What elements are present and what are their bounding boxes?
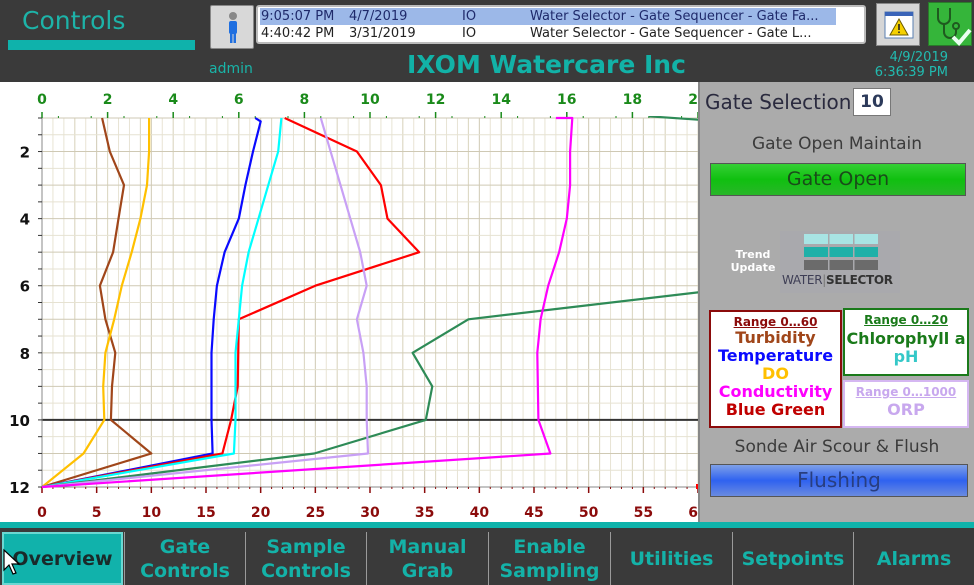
alarm-date: 3/31/2019	[349, 26, 416, 41]
current-datetime: 4/9/2019 6:36:39 PM	[858, 50, 948, 80]
trend-update-button[interactable]: WATER|SELECTOR	[780, 231, 900, 293]
bottom-tick-label: 35	[415, 505, 434, 521]
bottom-tick-label: 20	[251, 505, 271, 521]
legend-temperature: Temperature	[717, 346, 834, 365]
top-tick-label: 12	[426, 92, 445, 108]
gate-selection-label: Gate Selection	[705, 90, 852, 114]
legend-orp: ORP	[887, 400, 925, 419]
legend-blue-green: Blue Green	[725, 400, 826, 419]
top-tick-label: 6	[234, 92, 244, 108]
nav-sample-controls[interactable]: Sample Controls	[245, 532, 366, 585]
bottom-tick-label: 55	[634, 505, 653, 521]
top-tick-label: 18	[623, 92, 642, 108]
top-tick-label: 8	[300, 92, 310, 108]
alarm-message: Water Selector - Gate Sequencer - Gate F…	[530, 9, 819, 24]
bottom-tick-label: 45	[524, 505, 543, 521]
legend-range-0-20: Range 0…20 Chlorophyll a pH	[843, 308, 969, 376]
y-tick-label: 10	[9, 412, 30, 430]
current-time: 6:36:39 PM	[874, 65, 948, 80]
alarm-time: 9:05:07 PM	[261, 9, 335, 24]
legend-range-label: Range 0…1000	[855, 385, 957, 399]
company-name: IXOM Watercare Inc	[407, 50, 686, 79]
alarm-row[interactable]: 9:05:07 PM 4/7/2019 IO Water Selector - …	[260, 8, 836, 25]
nav-setpoints[interactable]: Setpoints	[732, 532, 853, 585]
title-underline	[8, 40, 195, 50]
nav-alarms[interactable]: Alarms	[853, 532, 974, 585]
user-button[interactable]	[210, 5, 254, 49]
y-tick-label: 4	[20, 211, 30, 229]
legend-range-label: Range 0…60	[733, 315, 818, 329]
alarm-list[interactable]: 9:05:07 PM 4/7/2019 IO Water Selector - …	[256, 5, 866, 44]
legend-chlorophyll: Chlorophyll a	[846, 329, 966, 348]
bottom-tick-label: 10	[142, 505, 162, 521]
alarm-row[interactable]: 4:40:42 PM 3/31/2019 IO Water Selector -…	[260, 25, 836, 42]
flushing-button[interactable]: Flushing	[710, 464, 968, 497]
legend-conductivity: Conductivity	[718, 382, 833, 401]
top-tick-label: 14	[491, 92, 511, 108]
nav-utilities[interactable]: Utilities	[610, 532, 732, 585]
bottom-tick-label: 40	[470, 505, 490, 521]
system-health-button[interactable]	[928, 2, 972, 46]
current-date: 4/9/2019	[889, 50, 948, 65]
top-tick-label: 4	[168, 92, 178, 108]
sonde-air-scour-label: Sonde Air Scour & Flush	[734, 437, 940, 457]
legend-range-0-60: Range 0…60 Turbidity Temperature DO Cond…	[709, 310, 842, 428]
nav-enable-sampling[interactable]: Enable Sampling	[488, 532, 610, 585]
stethoscope-check-icon	[937, 8, 972, 46]
gate-open-maintain-label: Gate Open Maintain	[751, 134, 923, 154]
bottom-tick-label: 0	[37, 505, 47, 521]
user-icon	[229, 12, 237, 43]
mouse-cursor-icon	[3, 548, 21, 575]
chart-svg: 2468101202468101214161820051015202530354…	[9, 82, 708, 522]
y-tick-label: 12	[9, 479, 30, 497]
logo-text-water: WATER	[782, 273, 823, 287]
bottom-tick-label: 25	[306, 505, 325, 521]
alarm-type: IO	[462, 26, 477, 41]
logo-text: WATER|SELECTOR	[782, 273, 893, 287]
warning-window-icon	[884, 11, 914, 39]
bottom-tick-label: 5	[92, 505, 102, 521]
alarm-message: Water Selector - Gate Sequencer - Gate L…	[530, 26, 812, 41]
top-tick-label: 0	[37, 92, 47, 108]
top-tick-label: 10	[360, 92, 380, 108]
legend-ph: pH	[893, 347, 919, 366]
legend-range-label: Range 0…20	[864, 313, 948, 327]
side-panel: Gate Selection 10 Gate Open Maintain Gat…	[700, 82, 974, 522]
bottom-tick-label: 15	[196, 505, 215, 521]
y-tick-label: 8	[20, 345, 30, 363]
alarm-type: IO	[462, 9, 477, 24]
y-tick-label: 6	[20, 278, 30, 296]
trend-update-label: Trend Update	[730, 248, 776, 274]
legend-range-0-1000: Range 0…1000 ORP	[843, 380, 969, 428]
top-tick-label: 16	[557, 92, 576, 108]
y-tick-label: 2	[20, 144, 30, 162]
screen-title: Controls	[22, 6, 126, 35]
current-user: admin	[209, 61, 253, 77]
gate-selection-input[interactable]: 10	[853, 88, 891, 116]
depth-profile-chart: 2468101202468101214161820051015202530354…	[0, 82, 708, 522]
bottom-nav: Overview Gate Controls Sample Controls M…	[0, 522, 974, 585]
alarm-window-button[interactable]	[876, 3, 920, 46]
alarm-time: 4:40:42 PM	[261, 26, 335, 41]
legend-turbidity: Turbidity	[735, 328, 816, 347]
nav-gate-controls[interactable]: Gate Controls	[124, 532, 245, 585]
bottom-tick-label: 50	[579, 505, 599, 521]
nav-manual-grab[interactable]: Manual Grab	[366, 532, 488, 585]
legend-do: DO	[762, 364, 789, 383]
header-bar: Controls admin 9:05:07 PM 4/7/2019 IO Wa…	[0, 0, 974, 82]
gate-open-button[interactable]: Gate Open	[710, 163, 966, 196]
logo-text-selector: SELECTOR	[826, 273, 893, 287]
bottom-tick-label: 30	[360, 505, 380, 521]
top-tick-label: 2	[103, 92, 113, 108]
alarm-date: 4/7/2019	[349, 9, 408, 24]
water-selector-logo-icon	[804, 234, 878, 270]
